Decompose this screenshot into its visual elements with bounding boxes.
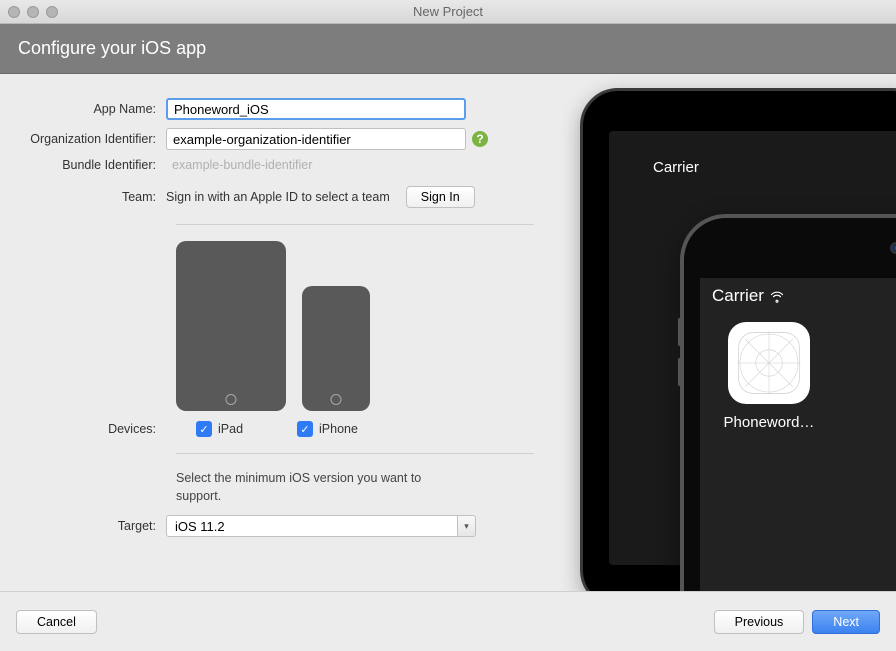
sign-in-button[interactable]: Sign In (406, 186, 475, 208)
org-id-input[interactable] (166, 128, 466, 150)
previous-button[interactable]: Previous (714, 610, 805, 634)
page-banner: Configure your iOS app (0, 24, 896, 74)
separator (176, 224, 534, 225)
ipad-device-icon[interactable] (176, 241, 286, 411)
window-title: New Project (0, 4, 896, 19)
team-hint: Sign in with an Apple ID to select a tea… (166, 190, 390, 204)
ipad-checkbox-label: iPad (218, 422, 243, 436)
carrier-label: Carrier (653, 159, 699, 176)
target-label: Target: (16, 519, 166, 533)
next-button[interactable]: Next (812, 610, 880, 634)
help-icon[interactable]: ? (472, 131, 488, 147)
iphone-checkbox[interactable]: ✓ (297, 421, 313, 437)
team-label: Team: (16, 190, 166, 204)
window-titlebar: New Project (0, 0, 896, 24)
app-name-input[interactable] (166, 98, 466, 120)
page-title: Configure your iOS app (18, 38, 206, 58)
iphone-checkbox-label: iPhone (319, 422, 358, 436)
target-select-value: iOS 11.2 (166, 515, 458, 537)
carrier-label: Carrier (712, 286, 764, 306)
org-id-label: Organization Identifier: (16, 132, 166, 146)
iphone-device-icon[interactable] (302, 286, 370, 411)
wifi-icon (770, 289, 784, 303)
bundle-id-value: example-bundle-identifier (166, 158, 312, 172)
preview-panel: Carrier Carrier (550, 74, 896, 591)
cancel-button[interactable]: Cancel (16, 610, 97, 634)
app-icon-preview (728, 322, 810, 404)
devices-label: Devices: (16, 422, 166, 436)
target-select[interactable]: iOS 11.2 ▾ (166, 515, 476, 537)
app-label-preview: Phoneword… (714, 414, 824, 431)
form-panel: App Name: Organization Identifier: ? Bun… (0, 74, 550, 591)
ipad-checkbox[interactable]: ✓ (196, 421, 212, 437)
device-selector (176, 241, 534, 411)
iphone-preview: Carrier Phoneword… (680, 214, 896, 591)
target-hint: Select the minimum iOS version you want … (176, 470, 456, 505)
app-name-label: App Name: (16, 102, 166, 116)
footer: Cancel Previous Next (0, 591, 896, 651)
camera-icon (890, 242, 896, 254)
chevron-down-icon: ▾ (458, 515, 476, 537)
bundle-id-label: Bundle Identifier: (16, 158, 166, 172)
separator (176, 453, 534, 454)
